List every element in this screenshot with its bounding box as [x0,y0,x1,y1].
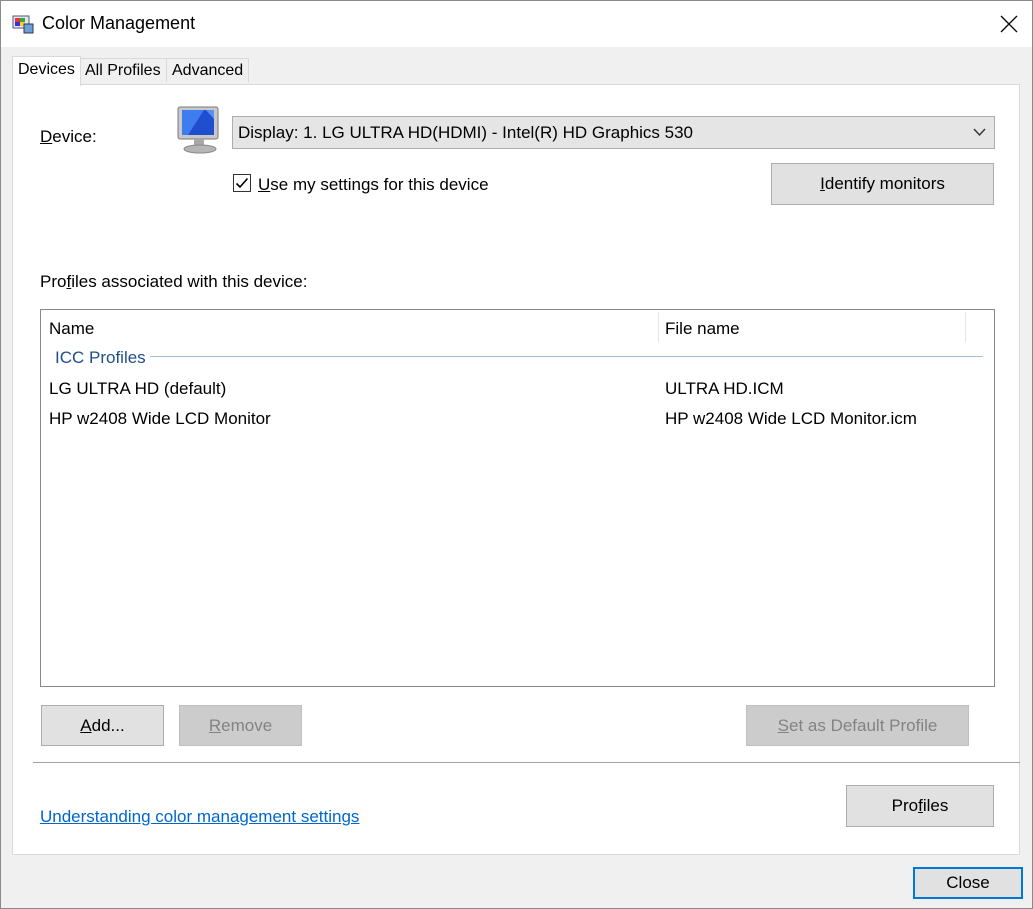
profile-name: HP w2408 Wide LCD Monitor [49,409,271,428]
group-divider [150,356,983,357]
color-management-window: Color Management Devices All Profiles Ad… [0,0,1033,909]
identify-monitors-button[interactable]: Identify monitors [771,163,994,205]
use-settings-label[interactable]: Use my settings for this device [258,175,489,195]
tab-advanced-label: Advanced [172,62,244,79]
tab-advanced[interactable]: Advanced [166,58,250,82]
add-profile-button[interactable]: Add... [41,705,164,746]
tab-devices-label: Devices [18,61,75,78]
table-row[interactable]: LG ULTRA HD (default) ULTRA HD.ICM [41,376,994,404]
tab-all-profiles[interactable]: All Profiles [79,58,167,82]
column-divider[interactable] [965,312,966,342]
device-label: Device: [40,127,97,146]
device-dropdown[interactable]: Display: 1. LG ULTRA HD(HDMI) - Intel(R)… [232,116,995,149]
set-default-profile-button[interactable]: Set as Default Profile [746,705,969,746]
tab-all-profiles-label: All Profiles [85,62,161,79]
close-window-button[interactable] [991,7,1027,41]
title-bar: Color Management [1,1,1032,47]
column-header-name[interactable]: Name [49,319,94,339]
column-divider[interactable] [658,312,659,342]
column-header-file-name[interactable]: File name [665,319,740,339]
profile-name: LG ULTRA HD (default) [49,379,227,398]
tab-devices[interactable]: Devices [12,56,81,86]
device-dropdown-value: Display: 1. LG ULTRA HD(HDMI) - Intel(R)… [238,123,694,142]
profile-file-name: HP w2408 Wide LCD Monitor.icm [665,409,917,428]
separator [33,762,1020,763]
chevron-down-icon [973,128,986,137]
group-header-icc-profiles: ICC Profiles [55,348,146,367]
close-icon [1000,15,1018,33]
understanding-color-management-link[interactable]: Understanding color management settings [40,807,359,827]
profile-file-name: ULTRA HD.ICM [665,379,784,398]
profiles-button[interactable]: Pro f iles [846,785,994,827]
window-title: Color Management [42,13,196,33]
color-management-app-icon [12,15,34,34]
checkmark-icon [235,177,249,189]
close-button[interactable]: Close [913,867,1023,899]
monitor-icon [177,106,219,154]
use-settings-checkbox[interactable] [233,174,251,192]
table-row[interactable]: HP w2408 Wide LCD Monitor HP w2408 Wide … [41,406,994,434]
profiles-heading: Profiles associated with this device: [40,272,308,291]
remove-profile-button[interactable]: Remove [179,705,302,746]
profiles-list[interactable]: Name File name ICC Profiles LG ULTRA HD … [40,309,995,687]
